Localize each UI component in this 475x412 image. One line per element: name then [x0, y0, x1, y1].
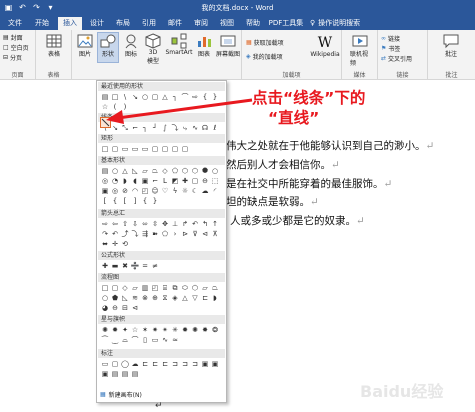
word-window: ▣ ↶ ↷ ▾ 我的文档.docx - Word 文件 开始 插入 设计 布局 … — [0, 0, 475, 412]
annotation-line-1: 点击“线条”下的 — [252, 89, 366, 107]
document-end-mark: ↵ — [155, 401, 163, 411]
annotation-arrow — [106, 98, 253, 124]
annotation-line-2: “直线” — [268, 109, 320, 127]
watermark: Baidu经验 — [360, 382, 444, 401]
